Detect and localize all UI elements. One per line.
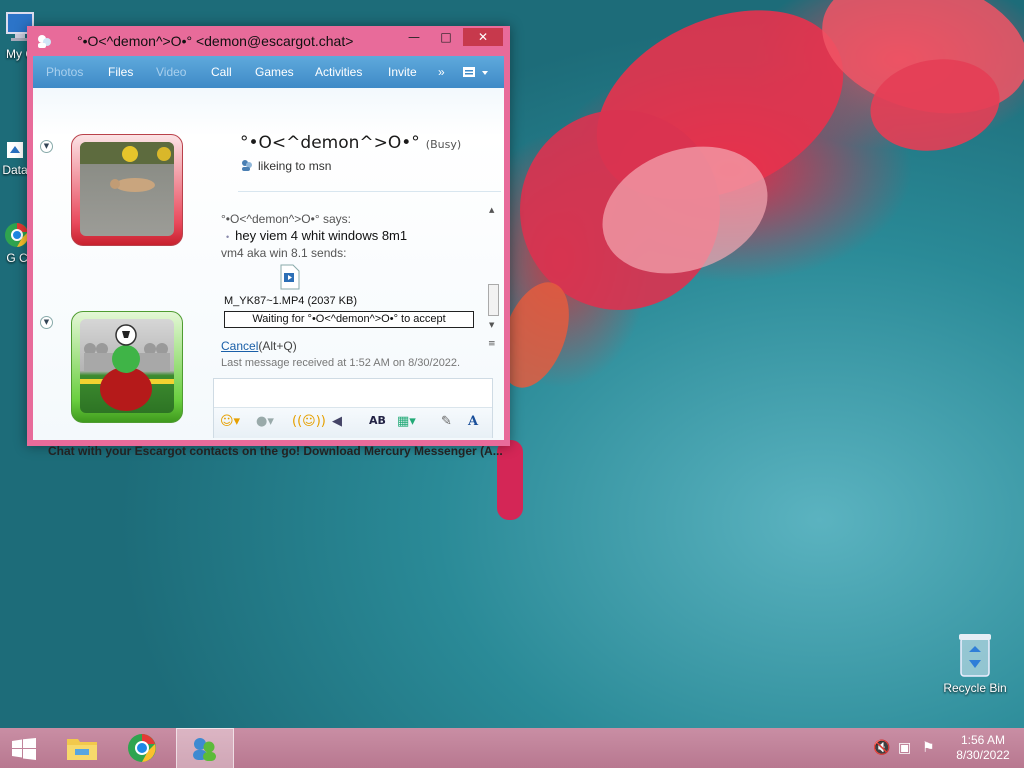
- shortcut-icon: [7, 142, 23, 158]
- system-clock[interactable]: 1:56 AM 8/30/2022: [948, 733, 1018, 763]
- window-title: °•О<^demon^>О•° <demon@escargot.chat>: [77, 33, 354, 49]
- chevron-down-icon: ▼: [43, 142, 50, 150]
- clock-time: 1:56 AM: [960, 733, 1006, 747]
- font-icon[interactable]: A: [468, 414, 478, 429]
- handwriting-icon[interactable]: AB: [369, 414, 386, 427]
- desktop-icon-label: Data: [2, 163, 28, 177]
- sender-sends-line: vm4 aka win 8.1 sends:: [221, 246, 347, 260]
- toolbar-call[interactable]: Call: [211, 65, 232, 79]
- toolbar-video[interactable]: Video: [156, 65, 186, 79]
- ad-banner[interactable]: Chat with your Escargot contacts on the …: [48, 444, 503, 458]
- bullet-icon: •: [226, 232, 230, 242]
- minimize-icon: —: [408, 30, 420, 44]
- pen-icon[interactable]: ✎: [441, 414, 452, 429]
- soccer-mascot-picture: [80, 324, 174, 411]
- desktop-icon-recycle-bin[interactable]: Recycle Bin: [940, 630, 1010, 695]
- action-center-flag-icon[interactable]: ⚑: [922, 740, 935, 756]
- messenger-icon: [38, 35, 51, 48]
- compose-area: ☺▾ ●▾ ((☺)) ◀ AB ▦▾ ✎ A: [213, 378, 493, 438]
- conversation-scrollbar[interactable]: ▲ ▼: [486, 206, 499, 333]
- action-toolbar: Photos Files Video Call Games Activities…: [33, 56, 504, 88]
- desktop-icon-label: Recycle Bin: [943, 681, 1007, 695]
- maximize-button[interactable]: □: [431, 28, 461, 46]
- nudge-icon[interactable]: ((☺)): [292, 414, 326, 429]
- cat-photo: [80, 142, 174, 192]
- file-name[interactable]: M_YK87~1.MP4 (2037 KB): [224, 295, 357, 307]
- messenger-conversation-window[interactable]: °•О<^demon^>О•° <demon@escargot.chat> — …: [27, 26, 510, 458]
- network-icon[interactable]: ▣: [898, 740, 911, 756]
- window-menu-icon[interactable]: [463, 66, 491, 78]
- scroll-thumb[interactable]: [488, 284, 499, 316]
- message-line: • hey viem 4 whit windows 8m1: [226, 228, 407, 243]
- messenger-icon: [193, 738, 216, 761]
- message-input[interactable]: [216, 381, 488, 405]
- own-avatar[interactable]: [71, 311, 183, 423]
- toolbar-games[interactable]: Games: [255, 65, 294, 79]
- contact-status: (Busy): [425, 138, 462, 151]
- chevron-down-icon: ▼: [43, 318, 50, 326]
- minimize-button[interactable]: —: [399, 28, 429, 46]
- start-button[interactable]: [0, 728, 48, 768]
- voice-clip-icon[interactable]: ◀: [332, 414, 342, 429]
- cancel-shortcut: (Alt+Q): [258, 339, 297, 353]
- contact-name-header: °•О<^demon^>О•° (Busy): [240, 133, 461, 153]
- header-separator: [238, 191, 501, 192]
- waiting-for-accept-box: Waiting for °•О<^demon^>О•° to accept: [224, 311, 474, 328]
- video-file-icon[interactable]: [279, 264, 301, 290]
- message-text: hey viem 4 whit windows 8m1: [235, 228, 408, 243]
- scroll-down-icon[interactable]: ▼: [489, 321, 494, 329]
- title-bar[interactable]: °•О<^demon^>О•° <demon@escargot.chat> — …: [27, 26, 510, 56]
- toolbar-photos[interactable]: Photos: [46, 65, 83, 79]
- clock-date: 8/30/2022: [956, 748, 1010, 762]
- scroll-up-icon[interactable]: ▲: [489, 206, 494, 214]
- desktop-icon-data[interactable]: Data: [0, 140, 30, 177]
- contact-name: °•О<^demon^>О•°: [240, 133, 420, 153]
- close-button[interactable]: ✕: [463, 28, 503, 46]
- speaker-muted-icon[interactable]: 🔇: [873, 740, 890, 756]
- toolbar-activities[interactable]: Activities: [315, 65, 362, 79]
- expand-compose-icon[interactable]: ≡: [488, 339, 496, 349]
- formatting-toolbar: ☺▾ ●▾ ((☺)) ◀ AB ▦▾ ✎ A: [214, 407, 492, 438]
- sender-says-line: °•О<^demon^>О•° says:: [221, 212, 351, 226]
- maximize-icon: □: [440, 30, 452, 44]
- close-icon: ✕: [477, 30, 489, 44]
- collapse-bottom-avatar-button[interactable]: ▼: [40, 316, 53, 329]
- background-icon[interactable]: ▦▾: [397, 414, 416, 429]
- toolbar-invite[interactable]: Invite: [388, 65, 417, 79]
- chrome-icon: [128, 734, 156, 762]
- taskbar: 🔇 ▣ ⚑ 1:56 AM 8/30/2022: [0, 728, 1024, 770]
- cancel-line: Cancel(Alt+Q): [221, 339, 297, 353]
- toolbar-more[interactable]: »: [438, 65, 445, 79]
- recycle-bin-icon: [959, 634, 991, 677]
- taskbar-file-explorer[interactable]: [58, 728, 106, 768]
- taskbar-messenger[interactable]: [176, 728, 234, 770]
- personal-message: likeing to msn: [240, 158, 331, 173]
- toolbar-files[interactable]: Files: [108, 65, 133, 79]
- wink-icon[interactable]: ●▾: [256, 414, 274, 429]
- last-message-received: Last message received at 1:52 AM on 8/30…: [221, 357, 461, 369]
- conversation-history: °•О<^demon^>О•° says: • hey viem 4 whit w…: [221, 196, 501, 371]
- emoticon-icon[interactable]: ☺▾: [220, 414, 240, 429]
- window-client-area: Photos Files Video Call Games Activities…: [33, 56, 504, 458]
- contact-icon: [242, 160, 252, 171]
- contact-avatar[interactable]: [71, 134, 183, 246]
- cancel-link[interactable]: Cancel: [221, 339, 258, 353]
- desktop-icon-label: G C: [6, 251, 28, 265]
- folder-icon: [67, 739, 97, 760]
- collapse-top-avatar-button[interactable]: ▼: [40, 140, 53, 153]
- windows-logo-icon: [12, 738, 36, 760]
- taskbar-chrome[interactable]: [118, 728, 166, 768]
- personal-message-text: likeing to msn: [258, 159, 332, 173]
